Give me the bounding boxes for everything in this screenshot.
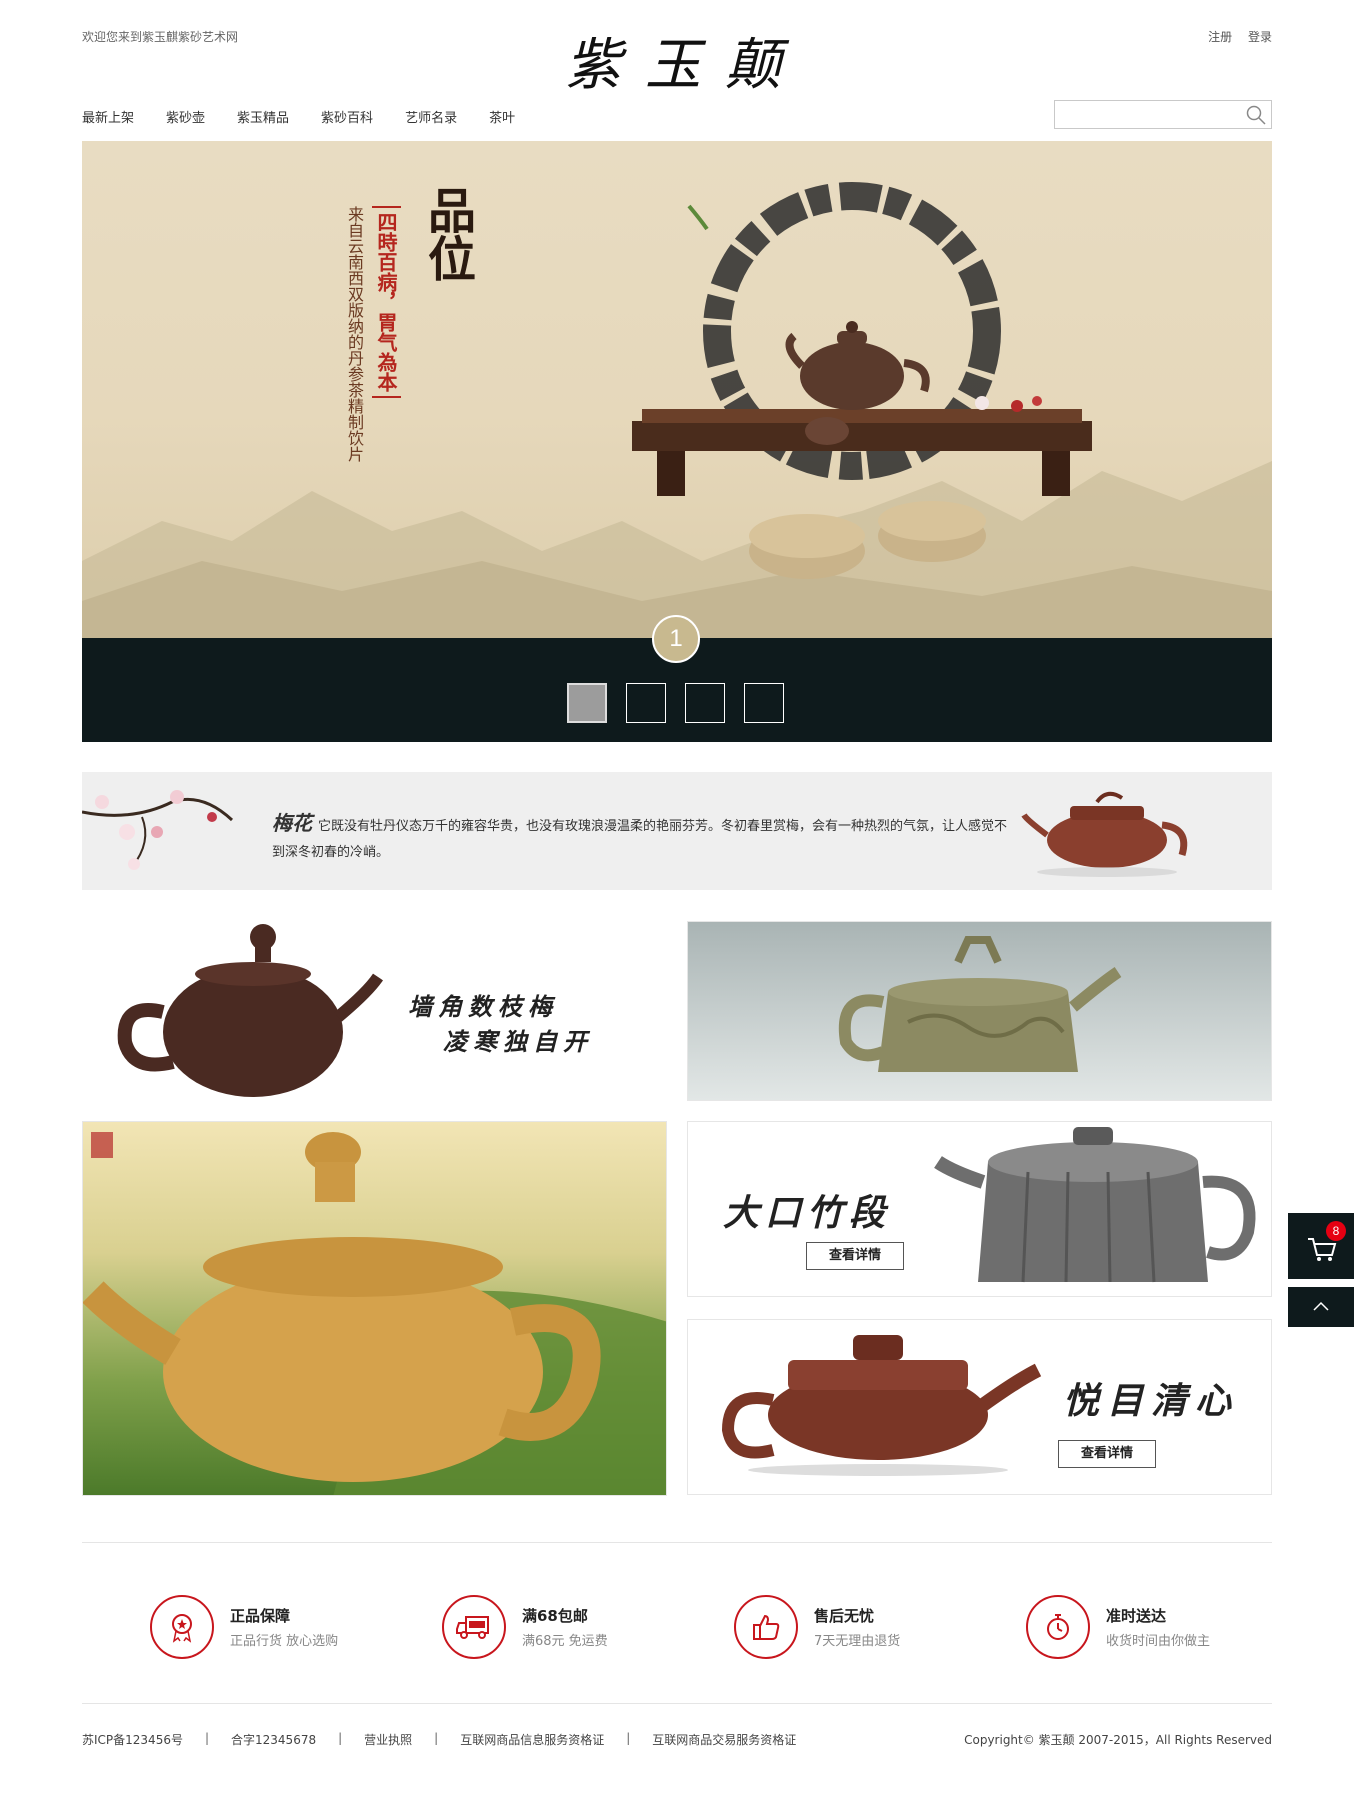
floating-cart-button[interactable]: 8 bbox=[1288, 1213, 1354, 1279]
stump-teapot-image bbox=[838, 936, 1122, 1072]
plum-blossom-image bbox=[82, 790, 234, 870]
service-on-time: 准时送达 收货时间由你做主 bbox=[1026, 1595, 1210, 1659]
service-shipping-title: 满68包邮 bbox=[522, 1607, 588, 1625]
service-aftersales-sub: 7天无理由退货 bbox=[814, 1634, 901, 1649]
tile5-detail-button[interactable]: 查看详情 bbox=[1058, 1440, 1156, 1468]
tile1-line2: 凌寒独自开 bbox=[443, 1027, 593, 1056]
nav-item-boutique[interactable]: 紫玉精品 bbox=[237, 107, 289, 126]
promo-teapot-image bbox=[1021, 791, 1188, 877]
service-shipping-sub: 满68元 免运费 bbox=[522, 1634, 608, 1649]
user-links: 注册 登录 bbox=[1196, 28, 1272, 45]
free-shipping-truck-icon bbox=[442, 1595, 506, 1659]
footer-copyright: Copyright© 紫玉颠 2007-2015，All Rights Rese… bbox=[964, 1733, 1272, 1747]
footer-divider bbox=[82, 1703, 1272, 1704]
nav-item-new[interactable]: 最新上架 bbox=[82, 107, 134, 126]
tile4-title: 大口竹段 bbox=[723, 1192, 892, 1234]
nav-item-artists[interactable]: 艺师名录 bbox=[405, 107, 457, 126]
product-tile-plum[interactable]: 墙角数枝梅 凌寒独自开 bbox=[82, 921, 667, 1101]
promo-body: 它既没有牡丹仪态万千的雍容华贵，也没有玫瑰浪漫温柔的艳丽芬芳。冬初春里赏梅，会有… bbox=[272, 819, 1008, 860]
tile5-title: 悦目清心 bbox=[1063, 1380, 1240, 1422]
footer-trade-service[interactable]: 互联网商品交易服务资格证 bbox=[652, 1731, 796, 1748]
slide-dots bbox=[567, 683, 803, 723]
gray-bamboo-teapot-image bbox=[934, 1127, 1256, 1283]
slide-dot-1[interactable] bbox=[567, 683, 607, 723]
banner-subtitle: 来自云南西双版纳的丹参茶精制饮片 bbox=[345, 206, 364, 462]
search-icon[interactable] bbox=[1245, 104, 1267, 126]
register-link[interactable]: 注册 bbox=[1208, 30, 1232, 44]
service-free-shipping: 满68包邮 满68元 免运费 bbox=[442, 1595, 608, 1659]
cart-count-badge: 8 bbox=[1326, 1221, 1346, 1241]
cart-icon bbox=[1308, 1238, 1337, 1261]
stopwatch-icon bbox=[1026, 1595, 1090, 1659]
site-logo[interactable]: 紫玉颠 bbox=[560, 20, 810, 101]
footer-info-service[interactable]: 互联网商品信息服务资格证 bbox=[460, 1731, 604, 1748]
service-ontime-title: 准时送达 bbox=[1106, 1607, 1167, 1625]
golden-teapot-image bbox=[83, 1132, 666, 1495]
slide-dot-3[interactable] bbox=[685, 683, 725, 723]
search-input[interactable] bbox=[1055, 101, 1235, 128]
promo-text: 梅花 它既没有牡丹仪态万千的雍容华贵，也没有玫瑰浪漫温柔的艳丽芬芳。冬初春里赏梅，… bbox=[272, 810, 1012, 866]
product-tile-pleasing[interactable]: 悦目清心 查看详情 bbox=[687, 1319, 1272, 1495]
welcome-text: 欢迎您来到紫玉麒紫砂艺术网 bbox=[82, 30, 239, 44]
footer-license-no[interactable]: 合字12345678 bbox=[231, 1731, 316, 1748]
footer-icp[interactable]: 苏ICP备123456号 bbox=[82, 1731, 183, 1748]
nav-item-tea[interactable]: 茶叶 bbox=[489, 107, 515, 126]
footer-separator: | bbox=[434, 1731, 439, 1745]
slide-number-badge: 1 bbox=[652, 615, 700, 663]
footer-business-license[interactable]: 营业执照 bbox=[364, 1731, 412, 1748]
tile4-detail-button[interactable]: 查看详情 bbox=[806, 1242, 904, 1270]
service-authentic-sub: 正品行货 放心选购 bbox=[230, 1634, 339, 1649]
slide-dot-4[interactable] bbox=[744, 683, 784, 723]
footer-separator: | bbox=[626, 1731, 631, 1745]
red-clay-teapot-image bbox=[721, 1335, 1042, 1476]
product-tile-golden-teapot[interactable] bbox=[82, 1121, 667, 1496]
nav-item-encyclopedia[interactable]: 紫砂百科 bbox=[321, 107, 373, 126]
services-top-divider bbox=[82, 1542, 1272, 1543]
service-authentic-title: 正品保障 bbox=[230, 1607, 291, 1625]
chevron-up-icon bbox=[1313, 1301, 1329, 1311]
main-nav: 最新上架 紫砂壶 紫玉精品 紫砂百科 艺师名录 茶叶 bbox=[82, 107, 547, 126]
footer-links: 苏ICP备123456号 | 合字12345678 | 营业执照 | 互联网商品… bbox=[82, 1731, 818, 1748]
slide-dot-2[interactable] bbox=[626, 683, 666, 723]
search-box bbox=[1054, 100, 1272, 129]
hero-banner[interactable]: 品位 四時百病，胃气為本 来自云南西双版纳的丹参茶精制饮片 bbox=[82, 141, 1272, 638]
banner-scenery bbox=[82, 182, 1272, 638]
promo-title: 梅花 bbox=[272, 811, 312, 835]
service-aftersales-title: 售后无忧 bbox=[814, 1607, 875, 1625]
tile1-line1: 墙角数枝梅 bbox=[408, 992, 558, 1021]
medal-icon bbox=[150, 1595, 214, 1659]
plum-promo-strip[interactable]: 梅花 它既没有牡丹仪态万千的雍容华贵，也没有玫瑰浪漫温柔的艳丽芬芳。冬初春里赏梅，… bbox=[82, 772, 1272, 890]
thumbs-up-icon bbox=[734, 1595, 798, 1659]
service-authentic: 正品保障 正品行货 放心选购 bbox=[150, 1595, 338, 1659]
back-to-top-button[interactable] bbox=[1288, 1287, 1354, 1327]
brown-teapot-image bbox=[117, 924, 383, 1097]
footer-separator: | bbox=[204, 1731, 210, 1745]
login-link[interactable]: 登录 bbox=[1248, 30, 1272, 44]
product-tile-stump-teapot[interactable] bbox=[687, 921, 1272, 1101]
service-after-sales: 售后无忧 7天无理由退货 bbox=[734, 1595, 900, 1659]
product-tile-bamboo-mouth[interactable]: 大口竹段 查看详情 bbox=[687, 1121, 1272, 1297]
banner-tagline: 四時百病，胃气為本 bbox=[372, 206, 401, 398]
footer-separator: | bbox=[338, 1731, 343, 1745]
nav-item-teapots[interactable]: 紫砂壶 bbox=[166, 107, 205, 126]
service-ontime-sub: 收货时间由你做主 bbox=[1106, 1634, 1211, 1649]
banner-title: 品位 bbox=[419, 186, 475, 282]
